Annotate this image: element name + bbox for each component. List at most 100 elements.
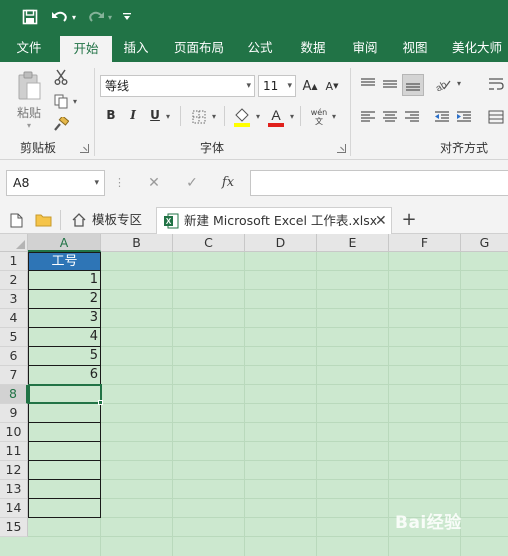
insert-function-icon[interactable]: fx bbox=[216, 170, 240, 196]
font-color-dropdown-icon[interactable]: ▾ bbox=[288, 111, 296, 121]
underline-button[interactable]: U bbox=[148, 108, 162, 122]
add-tab-button[interactable]: + bbox=[398, 207, 420, 234]
paste-icon[interactable] bbox=[14, 70, 44, 102]
orientation-icon[interactable]: ab bbox=[432, 74, 454, 94]
empty-cell[interactable] bbox=[28, 480, 101, 499]
tab-beautify-master[interactable]: 美化大师 bbox=[446, 34, 508, 62]
name-box[interactable]: A8 ▾ bbox=[6, 170, 105, 196]
save-icon[interactable] bbox=[20, 6, 40, 28]
column-header[interactable]: C bbox=[173, 234, 245, 252]
tab-template-zone[interactable]: 模板专区 bbox=[68, 207, 156, 234]
top-align-icon[interactable] bbox=[358, 74, 378, 94]
bold-button[interactable]: B bbox=[104, 108, 118, 122]
data-cell[interactable]: 5 bbox=[28, 347, 101, 366]
tab-data[interactable]: 数据 bbox=[292, 34, 334, 62]
fill-color-dropdown-icon[interactable]: ▾ bbox=[254, 111, 262, 121]
wrap-text-icon[interactable] bbox=[486, 74, 506, 94]
row-header[interactable]: 4 bbox=[0, 309, 28, 328]
bottom-align-icon[interactable] bbox=[402, 74, 424, 96]
font-launcher-icon[interactable] bbox=[337, 144, 346, 153]
select-all-button[interactable] bbox=[0, 234, 28, 252]
row-header[interactable]: 10 bbox=[0, 423, 28, 442]
redo-dropdown-icon[interactable]: ▾ bbox=[106, 6, 114, 28]
middle-align-icon[interactable] bbox=[380, 74, 400, 94]
row-header[interactable]: 2 bbox=[0, 271, 28, 290]
column-header[interactable]: A bbox=[28, 234, 101, 252]
underline-dropdown-icon[interactable]: ▾ bbox=[164, 111, 172, 121]
italic-button[interactable]: I bbox=[126, 108, 140, 122]
borders-dropdown-icon[interactable]: ▾ bbox=[210, 111, 218, 121]
tab-formulas[interactable]: 公式 bbox=[240, 34, 280, 62]
copy-icon[interactable] bbox=[52, 92, 70, 110]
tab-home[interactable]: 开始 bbox=[60, 36, 112, 62]
copy-dropdown-icon[interactable]: ▾ bbox=[71, 96, 79, 106]
align-left-icon[interactable] bbox=[358, 107, 378, 127]
column-header[interactable]: F bbox=[389, 234, 461, 252]
column-header[interactable]: D bbox=[245, 234, 317, 252]
empty-cell[interactable] bbox=[28, 442, 101, 461]
column-header[interactable]: G bbox=[461, 234, 508, 252]
phonetic-dropdown-icon[interactable]: ▾ bbox=[330, 111, 338, 121]
data-cell[interactable]: 6 bbox=[28, 366, 101, 385]
undo-dropdown-icon[interactable]: ▾ bbox=[70, 6, 78, 28]
borders-icon[interactable] bbox=[190, 108, 208, 126]
row-header[interactable]: 9 bbox=[0, 404, 28, 423]
row-header[interactable]: 3 bbox=[0, 290, 28, 309]
data-cell[interactable]: 3 bbox=[28, 309, 101, 328]
close-icon[interactable]: ✕ bbox=[375, 208, 387, 234]
row-header[interactable]: 1 bbox=[0, 252, 28, 271]
clipboard-launcher-icon[interactable] bbox=[80, 144, 89, 153]
tab-workbook[interactable]: X 新建 Microsoft Excel 工作表.xlsx ✕ bbox=[156, 207, 392, 234]
increase-indent-icon[interactable] bbox=[454, 107, 474, 127]
orientation-dropdown-icon[interactable]: ▾ bbox=[455, 78, 463, 88]
new-file-icon[interactable] bbox=[8, 212, 24, 228]
paste-dropdown-icon[interactable]: ▾ bbox=[25, 121, 33, 130]
row-header[interactable]: 14 bbox=[0, 499, 28, 518]
row-header[interactable]: 11 bbox=[0, 442, 28, 461]
cut-icon[interactable] bbox=[52, 68, 70, 86]
merge-center-icon[interactable] bbox=[486, 107, 506, 127]
empty-cell[interactable] bbox=[28, 423, 101, 442]
row-header[interactable]: 7 bbox=[0, 366, 28, 385]
row-header[interactable]: 15 bbox=[0, 518, 28, 537]
paste-label[interactable]: 粘贴 bbox=[14, 104, 44, 121]
row-header[interactable]: 8 bbox=[0, 385, 28, 404]
redo-icon[interactable] bbox=[86, 6, 106, 28]
tab-insert[interactable]: 插入 bbox=[116, 34, 156, 62]
font-name-select[interactable]: 等线 ▾ bbox=[100, 75, 255, 97]
open-folder-icon[interactable] bbox=[34, 212, 52, 228]
tab-page-layout[interactable]: 页面布局 bbox=[168, 34, 230, 62]
phonetic-guide-icon[interactable]: wén 文 bbox=[308, 105, 330, 129]
empty-cell[interactable] bbox=[28, 499, 101, 518]
row-header[interactable]: 13 bbox=[0, 480, 28, 499]
undo-icon[interactable] bbox=[50, 6, 70, 28]
font-color-icon[interactable]: A bbox=[266, 106, 286, 128]
formula-input[interactable] bbox=[250, 170, 508, 196]
row-header[interactable]: 5 bbox=[0, 328, 28, 347]
increase-font-size-icon[interactable]: A ▲ bbox=[300, 76, 320, 96]
row-header[interactable]: 12 bbox=[0, 461, 28, 480]
data-cell[interactable]: 1 bbox=[28, 271, 101, 290]
data-cell[interactable]: 4 bbox=[28, 328, 101, 347]
font-size-select[interactable]: 11 ▾ bbox=[258, 75, 296, 97]
decrease-font-size-icon[interactable]: A ▼ bbox=[322, 76, 342, 96]
format-painter-icon[interactable] bbox=[52, 116, 70, 134]
enter-icon[interactable]: ✓ bbox=[180, 170, 204, 196]
fill-handle[interactable] bbox=[98, 400, 103, 405]
column-header[interactable]: B bbox=[101, 234, 173, 252]
empty-cell[interactable] bbox=[28, 461, 101, 480]
active-cell[interactable] bbox=[28, 384, 102, 404]
align-right-icon[interactable] bbox=[402, 107, 422, 127]
data-cell[interactable]: 2 bbox=[28, 290, 101, 309]
customize-icon[interactable] bbox=[121, 6, 133, 28]
decrease-indent-icon[interactable] bbox=[432, 107, 452, 127]
tab-view[interactable]: 视图 bbox=[394, 34, 436, 62]
column-header[interactable]: E bbox=[317, 234, 389, 252]
fill-color-icon[interactable] bbox=[232, 106, 252, 128]
empty-cell[interactable] bbox=[28, 404, 101, 423]
tab-review[interactable]: 审阅 bbox=[344, 34, 386, 62]
header-cell[interactable]: 工号 bbox=[28, 252, 101, 271]
cancel-icon[interactable]: ✕ bbox=[142, 170, 166, 196]
row-header[interactable]: 6 bbox=[0, 347, 28, 366]
align-center-icon[interactable] bbox=[380, 107, 400, 127]
